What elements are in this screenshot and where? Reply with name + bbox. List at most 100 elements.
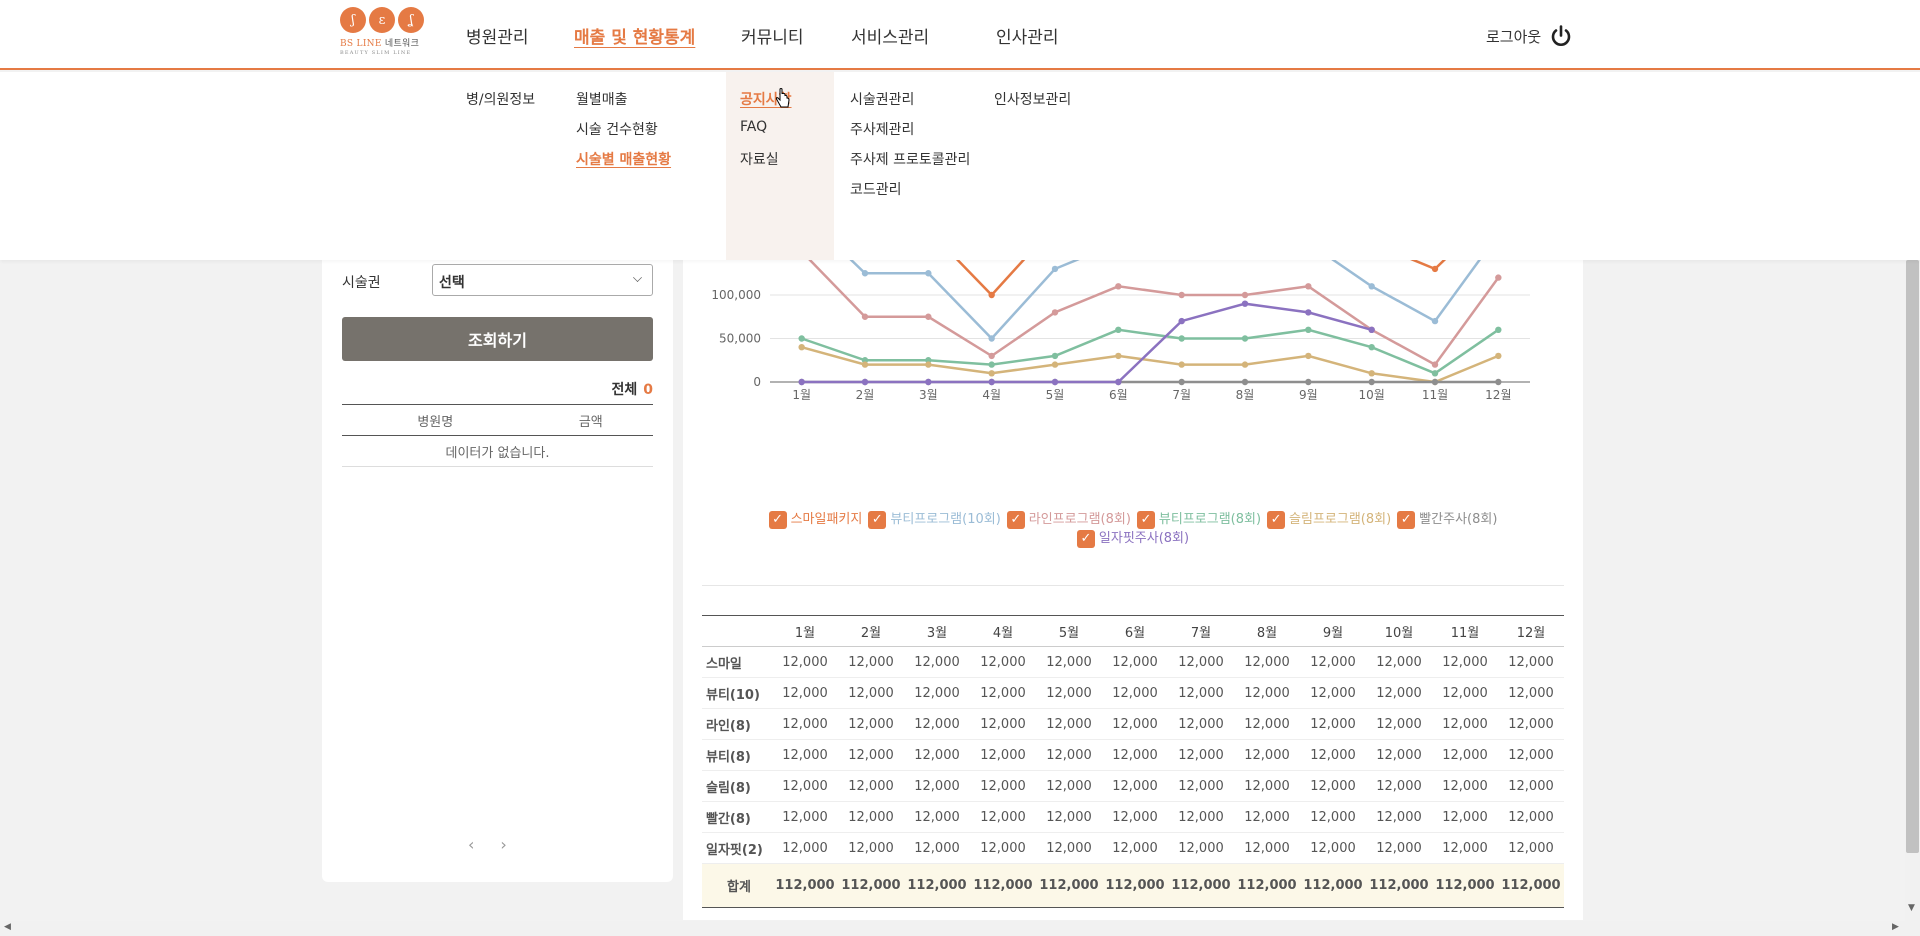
y-tick-label: 50,000 xyxy=(719,332,761,346)
logout-label: 로그아웃 xyxy=(1486,27,1542,46)
row-label: 일자핏(2) xyxy=(702,832,772,864)
data-point xyxy=(1495,274,1502,281)
logo-circle-icon: ʆ xyxy=(398,7,424,33)
table-cell: 12,000 xyxy=(1300,677,1366,709)
legend-item[interactable]: ✓ 라인프로그램(8회) xyxy=(1006,510,1131,529)
table-cell: 12,000 xyxy=(1498,832,1564,864)
table-cell: 12,000 xyxy=(904,708,970,740)
table-cell: 12,000 xyxy=(1300,832,1366,864)
data-point xyxy=(1431,361,1439,368)
column-hospital-name[interactable]: 병원명 xyxy=(342,404,529,436)
data-point xyxy=(1178,291,1185,299)
nav-hr[interactable]: 인사관리 xyxy=(996,23,1059,48)
menu-ticket-management[interactable]: 시술권관리 xyxy=(850,89,914,109)
menu-hr-info[interactable]: 인사정보관리 xyxy=(994,89,1071,109)
row-label: 빨간(8) xyxy=(702,801,772,833)
month-header: 4월 xyxy=(970,615,1036,647)
legend-item[interactable]: ✓ 빨간주사(8회) xyxy=(1397,510,1497,529)
table-cell: 112,000 xyxy=(904,863,970,908)
nav-hospital[interactable]: 병원관리 xyxy=(466,23,529,48)
legend-item[interactable]: ✓ 일자핏주사(8회) xyxy=(1076,529,1189,548)
hand-cursor-icon xyxy=(775,88,790,108)
menu-procedure-count[interactable]: 시술 건수현황 xyxy=(576,119,658,139)
row-label: 라인(8) xyxy=(702,708,772,740)
data-point xyxy=(861,313,869,320)
x-tick-label: 7월 xyxy=(1172,388,1191,402)
table-cell: 12,000 xyxy=(1432,708,1498,740)
power-icon xyxy=(1551,25,1571,46)
logo[interactable]: ʃ ɛ ʆ BS LINE 네트워크 BEAUTY SLIM LINE xyxy=(340,7,430,61)
table-cell: 12,000 xyxy=(1234,677,1300,709)
legend-item[interactable]: ✓ 뷰티프로그램(8회) xyxy=(1136,510,1261,529)
table-cell: 112,000 xyxy=(1432,863,1498,908)
logo-text: BS LINE 네트워크 xyxy=(340,39,420,49)
table-cell: 12,000 xyxy=(1366,801,1432,833)
data-point xyxy=(988,370,995,377)
scrollbar-thumb[interactable] xyxy=(1906,260,1919,853)
x-tick-label: 1월 xyxy=(792,388,811,402)
data-point xyxy=(1115,352,1122,360)
menu-archive[interactable]: 자료실 xyxy=(740,149,779,169)
menu-faq[interactable]: FAQ xyxy=(740,119,767,135)
scroll-left-icon[interactable]: ◀ xyxy=(4,922,11,932)
menu-injection-management[interactable]: 주사제관리 xyxy=(850,119,914,139)
search-button[interactable]: 조회하기 xyxy=(342,317,653,361)
table-cell: 12,000 xyxy=(1102,677,1168,709)
legend-label: 라인프로그램(8회) xyxy=(1028,512,1131,527)
checkbox-checked-icon[interactable]: ✓ xyxy=(1006,510,1025,529)
data-point xyxy=(1241,361,1249,368)
data-point xyxy=(925,361,932,368)
table-cell: 12,000 xyxy=(1234,770,1300,802)
table-cell: 12,000 xyxy=(772,646,838,678)
menu-code-management[interactable]: 코드관리 xyxy=(850,179,902,199)
checkbox-checked-icon[interactable]: ✓ xyxy=(1076,529,1095,548)
scroll-right-icon[interactable]: ▶ xyxy=(1892,922,1899,932)
ticket-select[interactable]: 선택 xyxy=(432,264,653,296)
logo-tagline: BEAUTY SLIM LINE xyxy=(340,50,412,56)
nav-service[interactable]: 서비스관리 xyxy=(851,23,929,48)
data-point xyxy=(988,378,995,386)
menu-monthly-sales[interactable]: 월별매출 xyxy=(576,89,628,109)
table-cell: 12,000 xyxy=(1300,646,1366,678)
logout-button[interactable]: 로그아웃 xyxy=(1486,24,1573,48)
table-cell: 12,000 xyxy=(1432,770,1498,802)
checkbox-checked-icon[interactable]: ✓ xyxy=(1136,510,1155,529)
checkbox-checked-icon[interactable]: ✓ xyxy=(1267,510,1286,529)
legend-item[interactable]: ✓ 슬림프로그램(8회) xyxy=(1267,510,1391,529)
table-row: 일자핏(2) 12,000 12,000 12,000 12,000 12,000 12,0… xyxy=(702,832,1564,864)
table-cell: 12,000 xyxy=(1432,739,1498,771)
legend-label: 빨간주사(8회) xyxy=(1419,512,1498,527)
scroll-down-icon[interactable]: ▼ xyxy=(1908,903,1915,913)
checkbox-checked-icon[interactable]: ✓ xyxy=(868,510,887,529)
table-cell: 12,000 xyxy=(1498,801,1564,833)
table-cell: 12,000 xyxy=(1366,646,1432,678)
nav-sales-stats[interactable]: 매출 및 현황통계 xyxy=(574,23,695,48)
row-label: 스마일 xyxy=(702,646,772,678)
table-cell: 12,000 xyxy=(772,832,838,864)
table-cell: 12,000 xyxy=(1432,677,1498,709)
prev-page-icon[interactable]: ‹ xyxy=(468,835,474,854)
table-cell: 12,000 xyxy=(838,801,904,833)
legend-item[interactable]: ✓ 스마일패키지 xyxy=(768,510,862,529)
menu-hospital-info[interactable]: 병/의원정보 xyxy=(466,89,535,109)
table-cell: 12,000 xyxy=(1234,646,1300,678)
logo-mark: ʃ ɛ ʆ xyxy=(340,7,430,33)
x-tick-label: 4월 xyxy=(982,388,1001,402)
horizontal-scrollbar[interactable] xyxy=(0,921,1905,936)
column-amount[interactable]: 금액 xyxy=(528,404,653,436)
nav-community[interactable]: 커뮤니티 xyxy=(741,23,804,48)
menu-injection-protocol[interactable]: 주사제 프로토콜관리 xyxy=(850,149,970,169)
x-tick-label: 9월 xyxy=(1299,388,1318,402)
table-cell: 12,000 xyxy=(904,770,970,802)
next-page-icon[interactable]: › xyxy=(500,835,506,854)
month-header: 10월 xyxy=(1366,615,1432,647)
total-count: 전체 0 xyxy=(611,379,653,399)
table-cell: 12,000 xyxy=(838,708,904,740)
data-point xyxy=(1431,370,1439,377)
table-cell: 12,000 xyxy=(1102,646,1168,678)
legend-item[interactable]: ✓ 뷰티프로그램(10회) xyxy=(868,510,1001,529)
checkbox-checked-icon[interactable]: ✓ xyxy=(1397,510,1416,529)
menu-procedure-sales[interactable]: 시술별 매출현황 xyxy=(576,149,671,169)
filter-panel: 시술권 선택 조회하기 전체 0 병원명 금액 데이터가 없습니다. ‹ › xyxy=(322,240,673,882)
checkbox-checked-icon[interactable]: ✓ xyxy=(768,510,787,529)
